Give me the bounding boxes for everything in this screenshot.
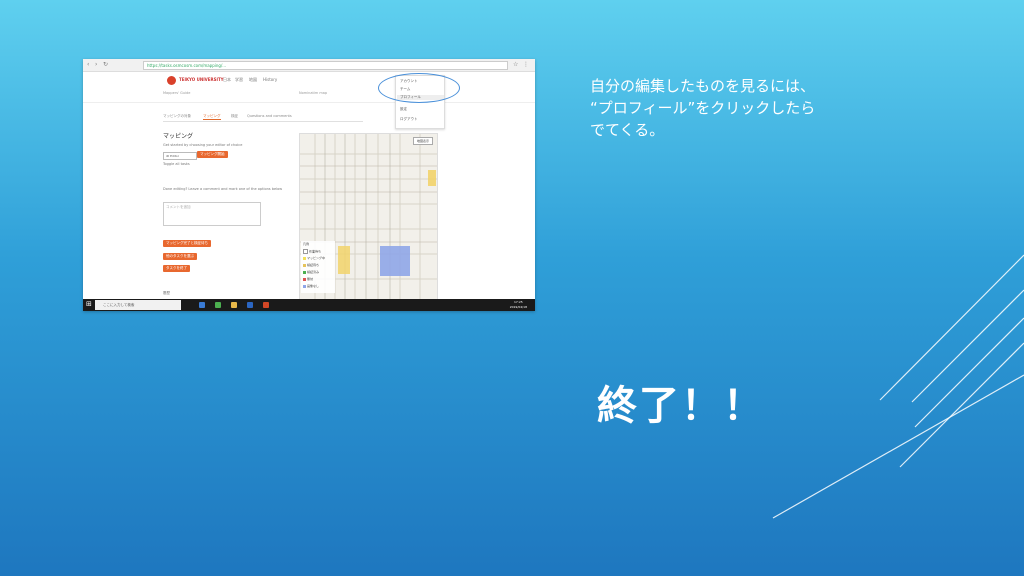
tab-validation[interactable]: 検証 [231, 114, 238, 119]
taskview-icon[interactable] [199, 302, 205, 308]
editor-select[interactable]: iD Editor [163, 152, 197, 160]
site-header: TEIKYO UNIVERSITY 日本 学習 地図 History Mappe… [83, 72, 535, 103]
stop-task-button[interactable]: タスクを終了 [163, 265, 190, 272]
site-name[interactable]: TEIKYO UNIVERSITY [179, 77, 224, 82]
profile-highlight-ellipse [378, 73, 460, 103]
legend-item: マッピング中 [303, 256, 325, 260]
browser-toolbar: ‹ › ↻ https://tasks.osmcosm.com/mapping/… [83, 59, 535, 72]
legend-item: 無効 [303, 277, 313, 281]
legend-item: 作業待ち [303, 249, 321, 254]
legend-item: 検証待ち [303, 263, 319, 267]
tab-mapping[interactable]: マッピング [203, 114, 221, 120]
address-bar[interactable]: https://tasks.osmcosm.com/mapping/... [143, 61, 508, 70]
windows-taskbar: ⊞ ここに入力して検索 17:25 2019/04/18 [83, 299, 535, 311]
reload-icon[interactable]: ↻ [103, 61, 108, 68]
nav-link[interactable]: History [263, 77, 277, 82]
tab-instructions[interactable]: マッピングの対象 [163, 114, 191, 119]
slide-caption: 自分の編集したものを見るには、 “プロフィール”をクリックしたら でてくる。 [590, 77, 816, 139]
taskbar-clock[interactable]: 17:25 2019/04/18 [510, 300, 527, 309]
comment-field[interactable]: コメントを追加 [163, 202, 261, 226]
taskbar-search[interactable]: ここに入力して検索 [95, 300, 181, 310]
start-mapping-button[interactable]: マッピング開始 [197, 151, 228, 158]
legend-item: 検証済み [303, 270, 319, 274]
embedded-screenshot: ‹ › ↻ https://tasks.osmcosm.com/mapping/… [83, 59, 535, 311]
site-logo[interactable] [167, 76, 176, 85]
legend-item: 画像なし [303, 284, 319, 288]
menu-item-logout[interactable]: ログアウト [400, 117, 418, 122]
chrome-icon[interactable] [215, 302, 221, 308]
windows-start-icon[interactable]: ⊞ [86, 301, 93, 308]
nav-link[interactable]: 地図 [249, 77, 257, 83]
slide-final-heading: 終了！！ [597, 383, 765, 429]
map-view-button[interactable]: 地図表示 [413, 137, 433, 145]
finish-mapping-button[interactable]: マッピング完了と検証待ち [163, 240, 211, 247]
history-label: 履歴 [163, 291, 170, 295]
clock-date: 2019/04/18 [509, 304, 527, 309]
task-tabs: マッピングの対象 マッピング 検証 Questions and comments [163, 113, 363, 122]
powerpoint-icon[interactable] [263, 302, 269, 308]
panel-intro: Get started by choosing your editor of c… [163, 143, 243, 147]
select-other-task-button[interactable]: 他のタスクを選ぶ [163, 253, 197, 260]
forward-icon[interactable]: › [95, 61, 97, 68]
header-subtext: Nominatim map [299, 91, 328, 95]
word-icon[interactable] [247, 302, 253, 308]
nav-link[interactable]: 学習 [235, 77, 243, 83]
star-icon[interactable]: ☆ [513, 61, 518, 68]
header-subtext: Mappers' Guide [163, 91, 191, 95]
back-icon[interactable]: ‹ [87, 61, 89, 68]
toggle-hint[interactable]: Toggle all tasks [163, 162, 190, 166]
menu-icon[interactable]: ⋮ [523, 61, 529, 68]
comment-label: Done editing? Leave a comment and mark o… [163, 187, 283, 191]
panel-title: マッピング [163, 133, 194, 140]
menu-item-settings[interactable]: 設定 [400, 107, 407, 112]
nav-link[interactable]: 日本 [223, 77, 231, 83]
folder-icon[interactable] [231, 302, 237, 308]
tab-questions[interactable]: Questions and comments [247, 114, 292, 118]
map-legend: 凡例 作業待ち マッピング中 検証待ち 検証済み 無効 画像なし [301, 241, 335, 293]
legend-title: 凡例 [303, 242, 310, 246]
